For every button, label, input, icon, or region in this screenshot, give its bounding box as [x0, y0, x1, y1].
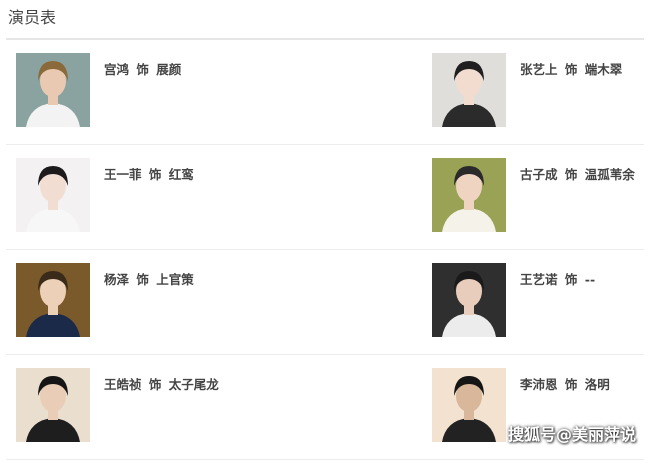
portrait-image — [16, 368, 90, 442]
actor-name[interactable]: 王皓祯 — [104, 377, 142, 392]
role-line[interactable]: 张艺上 饰 端木翠 — [520, 59, 622, 78]
character-name[interactable]: -- — [585, 272, 595, 287]
role-line[interactable]: 王艺诺 饰 -- — [520, 269, 595, 288]
cast-card[interactable]: 古子成 饰 温孤苇余 — [432, 158, 635, 232]
actor-name[interactable]: 李沛恩 — [520, 377, 558, 392]
role-separator: 饰 — [148, 167, 162, 182]
character-name[interactable]: 温孤苇余 — [585, 167, 635, 182]
actor-photo[interactable] — [16, 158, 90, 232]
character-name[interactable]: 洛明 — [585, 377, 610, 392]
actor-photo[interactable] — [16, 263, 90, 337]
actor-photo[interactable] — [432, 53, 506, 127]
role-separator: 饰 — [564, 272, 578, 287]
portrait-image — [16, 263, 90, 337]
cast-row: 宫鸿 饰 展颜 张艺上 饰 端木翠 — [6, 40, 644, 145]
character-name[interactable]: 太子尾龙 — [169, 377, 219, 392]
role-separator: 饰 — [564, 377, 578, 392]
actor-photo[interactable] — [16, 368, 90, 442]
character-name[interactable]: 端木翠 — [585, 62, 623, 77]
cast-card[interactable]: 王艺诺 饰 -- — [432, 263, 595, 337]
actor-name[interactable]: 张艺上 — [520, 62, 558, 77]
actor-name[interactable]: 王一菲 — [104, 167, 142, 182]
portrait-image — [432, 53, 506, 127]
role-line[interactable]: 宫鸿 饰 展颜 — [104, 59, 181, 78]
role-separator: 饰 — [148, 377, 162, 392]
portrait-image — [16, 158, 90, 232]
actor-photo[interactable] — [16, 53, 90, 127]
portrait-image — [432, 368, 506, 442]
cast-card[interactable]: 王皓祯 饰 太子尾龙 — [16, 368, 219, 442]
actor-photo[interactable] — [432, 158, 506, 232]
page-title: 演员表 — [8, 8, 57, 27]
portrait-image — [432, 263, 506, 337]
cast-card[interactable]: 李沛恩 饰 洛明 — [432, 368, 610, 442]
cast-row: 王一菲 饰 红鸾 古子成 饰 温孤苇余 — [6, 145, 644, 250]
actor-name[interactable]: 杨泽 — [104, 272, 129, 287]
character-name[interactable]: 红鸾 — [169, 167, 194, 182]
character-name[interactable]: 展颜 — [156, 62, 181, 77]
portrait-image — [432, 158, 506, 232]
cast-card[interactable]: 张艺上 饰 端木翠 — [432, 53, 622, 127]
role-separator: 饰 — [136, 272, 149, 287]
actor-photo[interactable] — [432, 263, 506, 337]
role-line[interactable]: 杨泽 饰 上官策 — [104, 269, 194, 288]
cast-card[interactable]: 杨泽 饰 上官策 — [16, 263, 194, 337]
role-line[interactable]: 李沛恩 饰 洛明 — [520, 374, 610, 393]
cast-card[interactable]: 王一菲 饰 红鸾 — [16, 158, 194, 232]
role-separator: 饰 — [136, 62, 149, 77]
actor-photo[interactable] — [432, 368, 506, 442]
watermark: 搜狐号@美丽萍说 — [507, 425, 636, 444]
role-line[interactable]: 王一菲 饰 红鸾 — [104, 164, 194, 183]
cast-grid: 宫鸿 饰 展颜 张艺上 饰 端木翠 王一菲 饰 红鸾 古子成 饰 温孤苇余 杨泽… — [6, 40, 644, 460]
role-line[interactable]: 古子成 饰 温孤苇余 — [520, 164, 635, 183]
role-separator: 饰 — [564, 62, 578, 77]
character-name[interactable]: 上官策 — [156, 272, 194, 287]
portrait-image — [16, 53, 90, 127]
actor-name[interactable]: 宫鸿 — [104, 62, 129, 77]
actor-name[interactable]: 王艺诺 — [520, 272, 558, 287]
role-separator: 饰 — [564, 167, 578, 182]
actor-name[interactable]: 古子成 — [520, 167, 558, 182]
page-header: 演员表 — [8, 6, 56, 32]
cast-card[interactable]: 宫鸿 饰 展颜 — [16, 53, 181, 127]
cast-row: 杨泽 饰 上官策 王艺诺 饰 -- — [6, 250, 644, 355]
role-line[interactable]: 王皓祯 饰 太子尾龙 — [104, 374, 219, 393]
